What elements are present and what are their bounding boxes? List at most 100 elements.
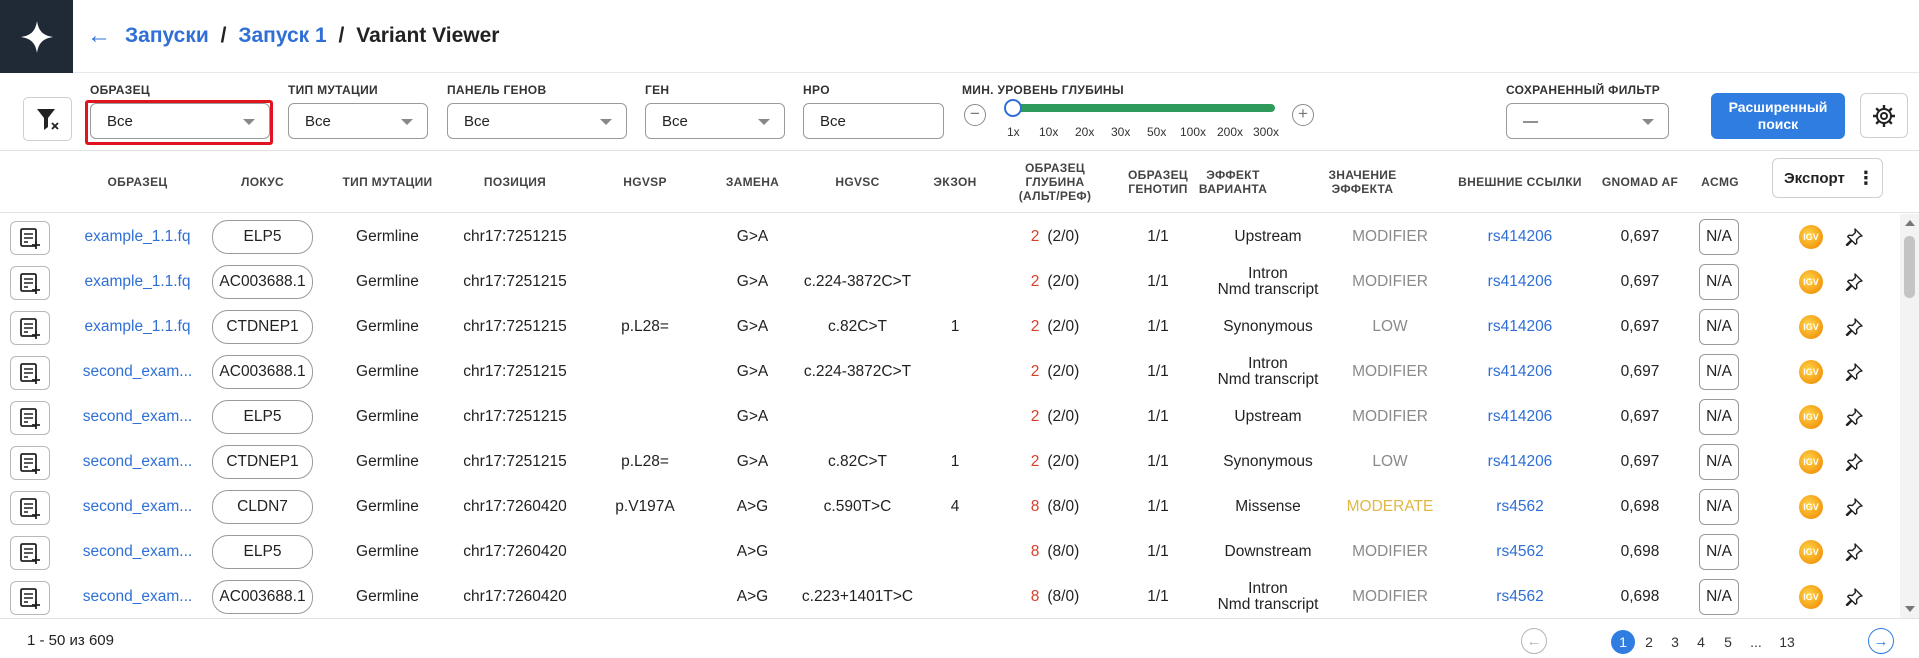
depth-decrease-button[interactable]: −	[964, 104, 986, 126]
add-to-report-button[interactable]	[10, 221, 50, 255]
add-to-report-button[interactable]	[10, 536, 50, 570]
locus-pill[interactable]: CTDNEP1	[212, 444, 313, 479]
settings-button[interactable]	[1860, 93, 1908, 138]
scrollbar-thumb[interactable]	[1904, 236, 1915, 298]
locus-pill[interactable]: AC003688.1	[212, 354, 313, 389]
scroll-up-icon[interactable]	[1905, 220, 1915, 226]
add-to-report-button[interactable]	[10, 581, 50, 615]
saved-filter-select[interactable]: —	[1506, 103, 1669, 139]
pin-icon[interactable]	[1845, 452, 1863, 471]
page-1[interactable]: 1	[1611, 630, 1635, 654]
column-header-genotype[interactable]: ОБРАЗЕЦ ГЕНОТИП	[1118, 151, 1198, 213]
locus-pill[interactable]: AC003688.1	[212, 579, 313, 614]
sample-link[interactable]: second_exam...	[83, 364, 192, 380]
pin-icon[interactable]	[1845, 542, 1863, 561]
depth-slider-handle[interactable]	[1004, 99, 1022, 117]
app-logo[interactable]	[0, 0, 73, 73]
gene-panel-filter-select[interactable]: Все	[447, 103, 627, 139]
scroll-down-icon[interactable]	[1905, 606, 1915, 612]
sample-link[interactable]: second_exam...	[83, 454, 192, 470]
column-header-hgvsc[interactable]: HGVSC	[795, 151, 920, 213]
page-13[interactable]: 13	[1775, 630, 1799, 654]
sample-link[interactable]: second_exam...	[83, 589, 192, 605]
column-header-exon[interactable]: ЭКЗОН	[920, 151, 990, 213]
acmg-select[interactable]: N/A	[1699, 353, 1739, 390]
pin-icon[interactable]	[1845, 362, 1863, 381]
column-header-change[interactable]: ЗАМЕНА	[710, 151, 795, 213]
igv-icon[interactable]: IGV	[1799, 494, 1823, 519]
gene-filter-select[interactable]: Все	[645, 103, 785, 139]
page-3[interactable]: 3	[1663, 630, 1687, 654]
add-to-report-button[interactable]	[10, 266, 50, 300]
column-header-gnomad[interactable]: GNOMAD AF	[1595, 151, 1685, 213]
filter-toggle-button[interactable]	[23, 97, 72, 141]
add-to-report-button[interactable]	[10, 356, 50, 390]
page-5[interactable]: 5	[1716, 630, 1740, 654]
igv-icon[interactable]: IGV	[1799, 314, 1823, 339]
acmg-select[interactable]: N/A	[1699, 578, 1739, 615]
page-2[interactable]: 2	[1637, 630, 1661, 654]
column-header-hgvsp[interactable]: HGVSP	[580, 151, 710, 213]
acmg-select[interactable]: N/A	[1699, 398, 1739, 435]
external-link[interactable]: rs414206	[1488, 228, 1553, 245]
locus-pill[interactable]: CLDN7	[212, 489, 313, 524]
external-link[interactable]: rs414206	[1488, 363, 1553, 380]
sample-link[interactable]: example_1.1.fq	[85, 229, 191, 245]
external-link[interactable]: rs414206	[1488, 318, 1553, 335]
back-arrow-icon[interactable]: ←	[87, 22, 111, 50]
table-scrollbar[interactable]	[1900, 214, 1919, 618]
locus-pill[interactable]: CTDNEP1	[212, 309, 313, 344]
igv-icon[interactable]: IGV	[1799, 539, 1823, 564]
external-link[interactable]: rs414206	[1488, 453, 1553, 470]
column-header-acmg[interactable]: ACMG	[1685, 151, 1755, 213]
sample-link[interactable]: second_exam...	[83, 409, 192, 425]
depth-slider-track[interactable]	[1013, 104, 1275, 112]
pin-icon[interactable]	[1845, 407, 1863, 426]
external-link[interactable]: rs4562	[1496, 543, 1543, 560]
add-to-report-button[interactable]	[10, 491, 50, 525]
acmg-select[interactable]: N/A	[1699, 443, 1739, 480]
acmg-select[interactable]: N/A	[1699, 488, 1739, 525]
breadcrumb-runs[interactable]: Запуски	[125, 24, 209, 47]
hpo-filter-input[interactable]: Все	[803, 103, 944, 139]
page-4[interactable]: 4	[1689, 630, 1713, 654]
locus-pill[interactable]: AC003688.1	[212, 264, 313, 299]
column-header-sample[interactable]: ОБРАЗЕЦ	[75, 151, 200, 213]
igv-icon[interactable]: IGV	[1799, 224, 1823, 249]
advanced-search-button[interactable]: Расширенный поиск	[1711, 93, 1845, 139]
next-page-button[interactable]: →	[1868, 628, 1894, 654]
pin-icon[interactable]	[1845, 497, 1863, 516]
pin-icon[interactable]	[1845, 227, 1863, 246]
locus-pill[interactable]: ELP5	[212, 219, 313, 254]
column-header-mutation-type[interactable]: ТИП МУТАЦИИ	[325, 151, 450, 213]
export-button[interactable]: Экспорт ⋮	[1772, 158, 1883, 198]
external-link[interactable]: rs414206	[1488, 273, 1553, 290]
mutation-type-filter-select[interactable]: Все	[288, 103, 428, 139]
column-header-position[interactable]: ПОЗИЦИЯ	[450, 151, 580, 213]
previous-page-button[interactable]: ←	[1521, 628, 1547, 654]
acmg-select[interactable]: N/A	[1699, 308, 1739, 345]
external-link[interactable]: rs414206	[1488, 408, 1553, 425]
locus-pill[interactable]: ELP5	[212, 399, 313, 434]
add-to-report-button[interactable]	[10, 401, 50, 435]
igv-icon[interactable]: IGV	[1799, 404, 1823, 429]
external-link[interactable]: rs4562	[1496, 498, 1543, 515]
sample-filter-select[interactable]: Все	[90, 103, 270, 139]
add-to-report-button[interactable]	[10, 446, 50, 480]
acmg-select[interactable]: N/A	[1699, 263, 1739, 300]
column-header-effect[interactable]: ЭФФЕКТ ВАРИАНТА	[1198, 151, 1268, 213]
pin-icon[interactable]	[1845, 317, 1863, 336]
sample-link[interactable]: second_exam...	[83, 499, 192, 515]
pin-icon[interactable]	[1845, 272, 1863, 291]
breadcrumb-run-1[interactable]: Запуск 1	[238, 24, 326, 47]
add-to-report-button[interactable]	[10, 311, 50, 345]
column-header-impact[interactable]: ЗНАЧЕНИЕ ЭФФЕКТА	[1320, 151, 1405, 213]
igv-icon[interactable]: IGV	[1799, 584, 1823, 609]
igv-icon[interactable]: IGV	[1799, 359, 1823, 384]
external-link[interactable]: rs4562	[1496, 588, 1543, 605]
column-header-links[interactable]: ВНЕШНИЕ ССЫЛКИ	[1445, 151, 1595, 213]
acmg-select[interactable]: N/A	[1699, 218, 1739, 255]
locus-pill[interactable]: ELP5	[212, 534, 313, 569]
sample-link[interactable]: second_exam...	[83, 544, 192, 560]
column-header-locus[interactable]: ЛОКУС	[200, 151, 325, 213]
